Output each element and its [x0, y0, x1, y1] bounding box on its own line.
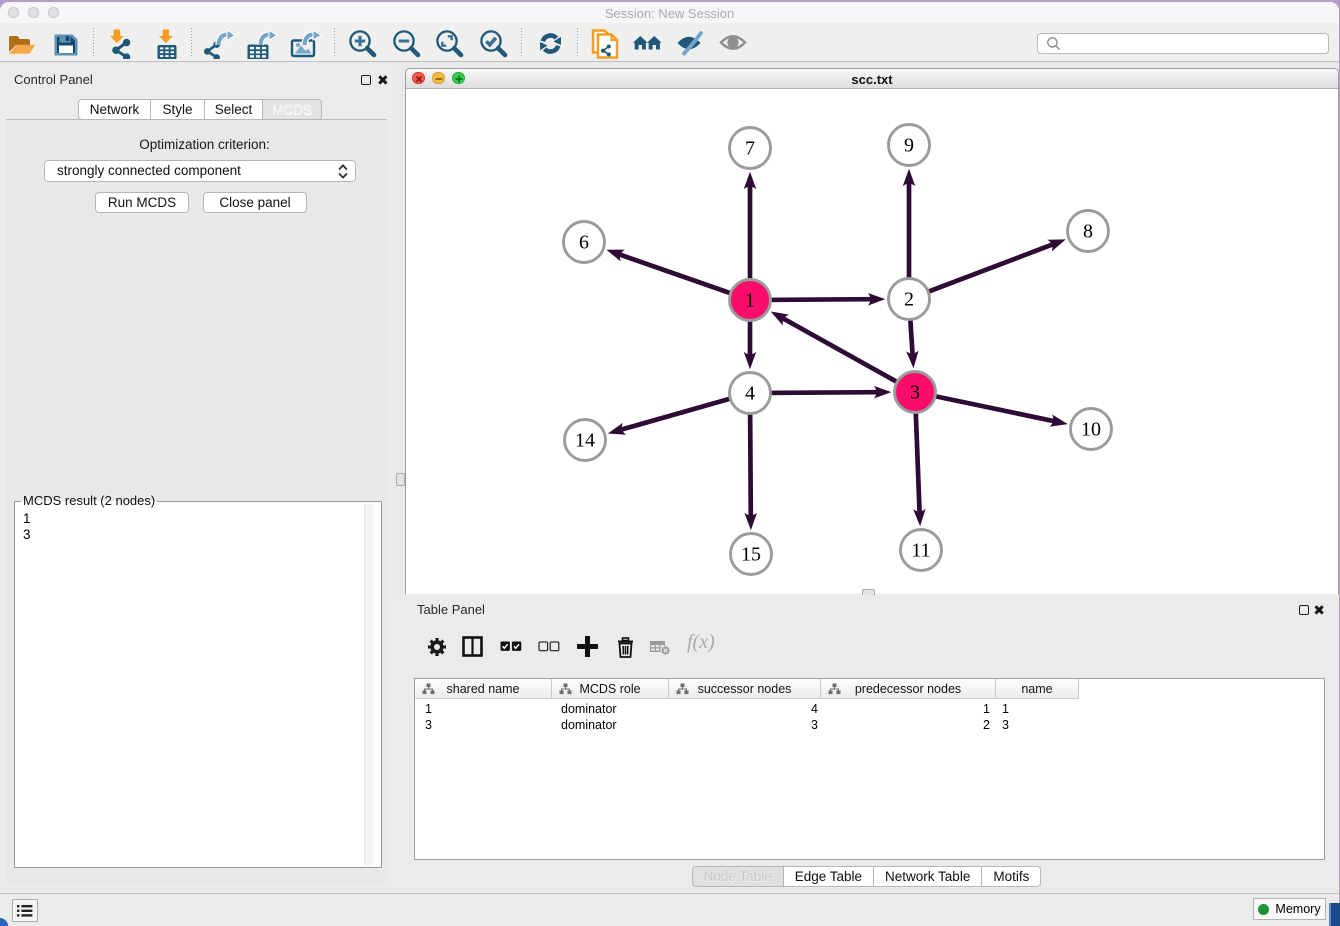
svg-text:2: 2 [904, 289, 914, 311]
svg-text:11: 11 [911, 540, 930, 562]
svg-text:9: 9 [904, 135, 914, 157]
svg-text:1: 1 [745, 290, 755, 312]
svg-text:4: 4 [745, 383, 755, 405]
svg-text:7: 7 [745, 138, 755, 160]
svg-text:6: 6 [579, 232, 589, 254]
svg-text:3: 3 [910, 382, 920, 404]
svg-text:14: 14 [575, 430, 595, 452]
svg-text:10: 10 [1081, 419, 1101, 441]
svg-text:15: 15 [741, 544, 761, 566]
svg-text:8: 8 [1083, 221, 1093, 243]
